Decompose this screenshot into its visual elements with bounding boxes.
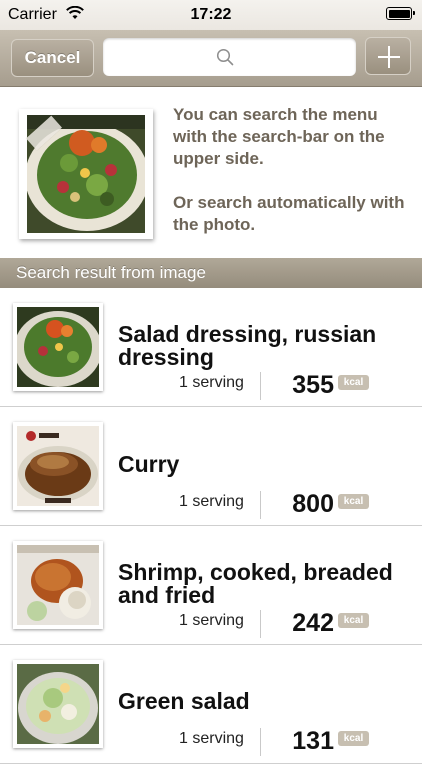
divider bbox=[260, 610, 261, 638]
kcal-badge: kcal bbox=[338, 375, 369, 390]
food-name: Curry bbox=[118, 451, 180, 477]
result-row-green-salad[interactable]: Green salad 1 serving 131 kcal bbox=[0, 645, 422, 764]
divider bbox=[260, 372, 261, 400]
intro-line-1: You can search the menu with the search-… bbox=[173, 105, 385, 168]
curry-photo bbox=[17, 426, 99, 506]
food-name: Salad dressing, russian dressing bbox=[118, 321, 377, 370]
intro-instructions: You can search the menu with the search-… bbox=[173, 104, 413, 236]
serving-size: 1 serving bbox=[179, 493, 244, 510]
food-name: Green salad bbox=[118, 688, 250, 714]
result-row-salad-dressing[interactable]: Salad dressing, russian dressing 1 servi… bbox=[0, 288, 422, 407]
navigation-bar: Cancel bbox=[0, 30, 422, 87]
green-salad-photo bbox=[17, 664, 99, 744]
calorie-value: 355 bbox=[292, 371, 334, 399]
food-thumbnail bbox=[13, 303, 103, 391]
calorie-value: 131 bbox=[292, 727, 334, 755]
status-bar: Carrier 17:22 bbox=[0, 0, 422, 30]
food-name: Shrimp, cooked, breaded and fried bbox=[118, 559, 393, 608]
divider bbox=[260, 728, 261, 756]
food-thumbnail bbox=[13, 422, 103, 510]
photo-search-button[interactable] bbox=[19, 109, 153, 239]
calorie-value: 800 bbox=[292, 490, 334, 518]
serving-size: 1 serving bbox=[179, 730, 244, 747]
clock: 17:22 bbox=[190, 6, 232, 23]
intro-line-2: Or search automatically with the photo. bbox=[173, 193, 405, 234]
plus-icon bbox=[378, 46, 400, 68]
intro-panel: You can search the menu with the search-… bbox=[0, 87, 422, 258]
food-thumbnail bbox=[13, 541, 103, 629]
result-row-curry[interactable]: Curry 1 serving 800 kcal bbox=[0, 407, 422, 526]
add-button[interactable] bbox=[365, 37, 411, 75]
search-icon bbox=[216, 48, 234, 66]
battery-icon bbox=[386, 7, 415, 20]
search-field[interactable] bbox=[103, 38, 356, 76]
kcal-badge: kcal bbox=[338, 494, 369, 509]
fried-shrimp-photo bbox=[17, 545, 99, 625]
divider bbox=[260, 491, 261, 519]
calorie-value: 242 bbox=[292, 609, 334, 637]
kcal-badge: kcal bbox=[338, 731, 369, 746]
kcal-badge: kcal bbox=[338, 613, 369, 628]
serving-size: 1 serving bbox=[179, 374, 244, 391]
food-thumbnail bbox=[13, 660, 103, 748]
section-header: Search result from image bbox=[0, 258, 422, 288]
serving-size: 1 serving bbox=[179, 612, 244, 629]
result-row-shrimp[interactable]: Shrimp, cooked, breaded and fried 1 serv… bbox=[0, 526, 422, 645]
cancel-button[interactable]: Cancel bbox=[11, 39, 94, 77]
salad-dressing-photo bbox=[17, 307, 99, 387]
